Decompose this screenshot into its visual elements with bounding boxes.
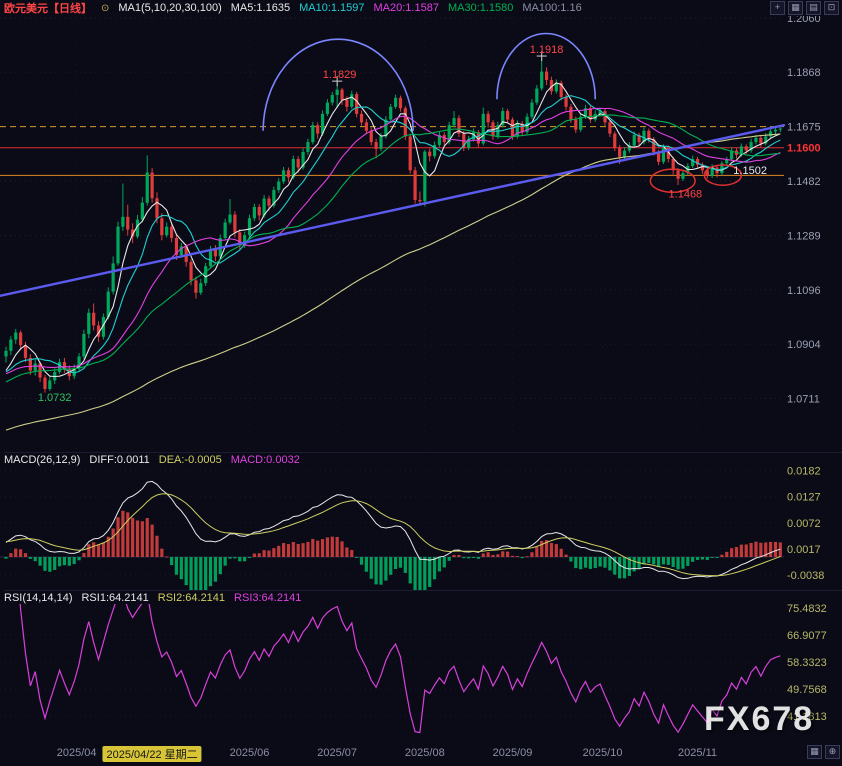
x-axis-selected-date: 2025/04/22 星期二 xyxy=(103,746,202,762)
zoom-in-icon[interactable]: ⊕ xyxy=(825,745,840,759)
macd-value-label: MACD:0.0032 xyxy=(231,454,300,466)
symbol-title: 欧元美元【日线】 xyxy=(4,0,92,16)
svg-text:1.1918: 1.1918 xyxy=(530,44,564,56)
header-toolbar: +▦▤⊡ xyxy=(770,1,842,15)
svg-text:75.4832: 75.4832 xyxy=(787,604,827,615)
macd-value-label: DEA:-0.0005 xyxy=(159,454,222,466)
grid-icon[interactable]: ▦ xyxy=(807,745,822,759)
x-axis-tick: 2025/11 xyxy=(678,747,717,759)
x-axis-tick: 2025/10 xyxy=(583,747,623,759)
x-axis: 2025/04 2025/04/22 星期二 2025/06 2025/07 2025/… xyxy=(0,742,842,766)
svg-text:49.7568: 49.7568 xyxy=(787,684,827,696)
grid-layout-icon[interactable]: ▦ xyxy=(788,1,803,15)
panels-icon[interactable]: ▤ xyxy=(806,1,821,15)
crosshair-icon[interactable]: + xyxy=(770,1,785,15)
rsi-header: RSI(14,14,14) RSI1:64.2141RSI2:64.2141RS… xyxy=(4,590,842,605)
svg-text:1.2060: 1.2060 xyxy=(787,16,821,25)
svg-text:1.1289: 1.1289 xyxy=(787,230,821,242)
macd-title: MACD(26,12,9) xyxy=(4,454,80,466)
chart-settings-icon[interactable]: ⊙ xyxy=(101,3,109,14)
watermark: FX678 xyxy=(704,700,814,739)
svg-text:1.0732: 1.0732 xyxy=(38,392,72,404)
rsi-value-label: RSI2:64.2141 xyxy=(158,592,225,604)
svg-text:-0.0038: -0.0038 xyxy=(787,570,824,582)
x-axis-tick: 2025/04 xyxy=(57,747,97,759)
svg-text:0.0017: 0.0017 xyxy=(787,544,821,556)
macd-chart[interactable]: 0.0182 0.0127 0.0072 0.0017 -0.0038 xyxy=(0,466,842,590)
svg-text:1.0711: 1.0711 xyxy=(787,394,820,406)
svg-text:0.0182: 0.0182 xyxy=(787,466,821,478)
ma-group-label: MA1(5,10,20,30,100) xyxy=(118,2,221,14)
svg-text:1.1675: 1.1675 xyxy=(787,122,821,134)
trading-chart-app: 欧元美元【日线】 ⊙ MA1(5,10,20,30,100) MA5:1.163… xyxy=(0,0,842,766)
rsi-value-label: RSI3:64.2141 xyxy=(234,592,301,604)
svg-text:1.1868: 1.1868 xyxy=(787,67,821,79)
ma-value-label: MA30:1.1580 xyxy=(448,2,513,14)
ma-value-label: MA5:1.1635 xyxy=(231,2,290,14)
rsi-value-label: RSI1:64.2141 xyxy=(81,592,148,604)
svg-text:1.1829: 1.1829 xyxy=(323,69,357,81)
ma-values: MA5:1.1635 MA10:1.1597 MA20:1.1587 MA30:1.1… xyxy=(231,2,582,14)
ma-value-label: MA20:1.1587 xyxy=(374,2,439,14)
ma-value-label: MA100:1.16 xyxy=(522,2,581,14)
svg-text:0.0072: 0.0072 xyxy=(787,518,821,530)
macd-values: DIFF:0.0011 DEA:-0.0005 MACD:0.0032 xyxy=(89,454,299,466)
macd-value-label: DIFF:0.0011 xyxy=(89,454,149,466)
macd-header: MACD(26,12,9) DIFF:0.0011 DEA:-0.0005 MACD… xyxy=(4,452,842,467)
svg-text:1.1482: 1.1482 xyxy=(787,176,821,188)
fullscreen-icon[interactable]: ⊡ xyxy=(824,1,839,15)
svg-text:1.1468: 1.1468 xyxy=(669,189,703,201)
ma-value-label: MA10:1.1597 xyxy=(299,2,364,14)
x-axis-tick: 2025/07 xyxy=(317,747,357,759)
rsi-values: RSI1:64.2141 RSI2:64.2141 RSI3:64.2141 xyxy=(81,592,301,604)
x-axis-tick: 2025/08 xyxy=(405,747,445,759)
svg-text:66.9077: 66.9077 xyxy=(787,630,827,642)
svg-text:1.1600: 1.1600 xyxy=(787,143,821,155)
svg-text:58.3323: 58.3323 xyxy=(787,657,827,669)
candlestick-chart[interactable]: 1.1829 1.1918 1.0732 1.1468 1.1502 1.2060 1.18… xyxy=(0,16,842,452)
bottom-toolbar: ▦⊕ xyxy=(807,745,840,759)
x-axis-tick: 2025/09 xyxy=(493,747,533,759)
rsi-title: RSI(14,14,14) xyxy=(4,592,72,604)
chart-header: 欧元美元【日线】 ⊙ MA1(5,10,20,30,100) MA5:1.163… xyxy=(0,0,842,16)
svg-text:0.0127: 0.0127 xyxy=(787,492,821,504)
x-axis-tick: 2025/06 xyxy=(230,747,270,759)
svg-text:1.1502: 1.1502 xyxy=(733,165,767,177)
svg-text:1.0904: 1.0904 xyxy=(787,339,821,351)
svg-text:1.1096: 1.1096 xyxy=(787,285,821,297)
